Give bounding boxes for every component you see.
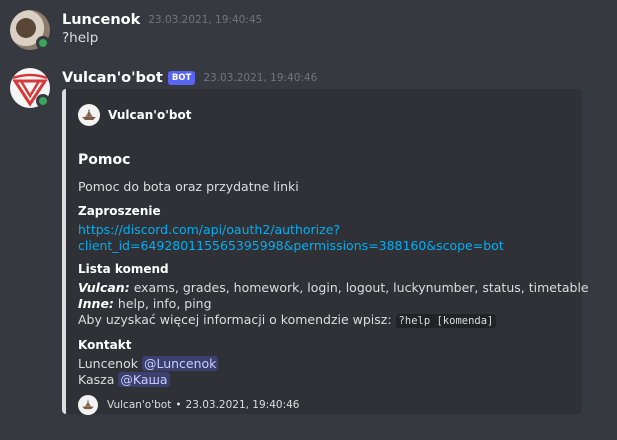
invite-link-line1[interactable]: https://discord.com/api/oauth2/authorize… — [78, 222, 340, 237]
bot-username[interactable]: Vulcan'o'bot — [62, 70, 163, 86]
embed-title: Pomoc — [78, 152, 131, 168]
help-embed: Vulcan'o'bot Pomoc Pomoc do bota oraz pr… — [62, 89, 589, 415]
contact-person-2-mention[interactable]: @Kaшa — [118, 372, 170, 387]
bot-message-header: Vulcan'o'bot BOT 23.03.2021, 19:40:46 — [62, 68, 317, 88]
other-label: Inne: — [78, 296, 114, 311]
online-status-icon — [36, 94, 50, 108]
embed-author: Vulcan'o'bot — [78, 104, 191, 126]
ship-glyph-icon — [82, 109, 96, 120]
ship-icon — [78, 104, 100, 126]
more-info-line: Aby uzyskać więcej informacji o komendzi… — [78, 312, 497, 328]
footer-text: Vulcan'o'bot • 23.03.2021, 19:40:46 — [107, 399, 299, 411]
user-message-header: Luncenok 23.03.2021, 19:40:45 — [62, 10, 262, 30]
contact-field-name: Kontakt — [78, 338, 132, 352]
contact-person-1: Luncenok @Luncenok — [78, 356, 219, 371]
other-commands-list: help, info, ping — [117, 296, 212, 311]
footer-separator: • — [175, 399, 182, 411]
contact-person-1-name: Luncenok — [78, 356, 138, 371]
contact-person-1-mention[interactable]: @Luncenok — [141, 356, 219, 371]
vulcan-commands-line: Vulcan: exams, grades, homework, login, … — [78, 280, 589, 295]
help-command-code: ?help [komenda] — [395, 314, 497, 328]
invite-link-line2[interactable]: client_id=649280115565395998&permissions… — [78, 238, 504, 253]
embed-author-name[interactable]: Vulcan'o'bot — [108, 108, 191, 122]
footer-name: Vulcan'o'bot — [107, 399, 172, 411]
user-message-content: ?help — [62, 30, 99, 46]
embed-description: Pomoc do bota oraz przydatne linki — [78, 179, 299, 194]
invite-field-name: Zaproszenie — [78, 204, 161, 218]
user-message: Luncenok 23.03.2021, 19:40:45 ?help — [0, 10, 617, 55]
bot-timestamp: 23.03.2021, 19:40:46 — [203, 72, 318, 84]
other-commands-line: Inne: help, info, ping — [78, 296, 212, 311]
bot-tag-badge: BOT — [167, 71, 196, 85]
contact-person-2: Kasza @Kaшa — [78, 372, 170, 387]
commands-field-name: Lista komend — [78, 262, 169, 276]
user-timestamp: 23.03.2021, 19:40:45 — [148, 14, 263, 26]
user-username[interactable]: Luncenok — [62, 12, 140, 28]
footer-ship-glyph-icon — [82, 400, 94, 410]
footer-ship-icon — [78, 395, 98, 415]
more-info-text: Aby uzyskać więcej informacji o komendzi… — [78, 312, 392, 327]
vulcan-commands-list: exams, grades, homework, login, logout, … — [133, 280, 589, 295]
embed-footer: Vulcan'o'bot • 23.03.2021, 19:40:46 — [78, 395, 299, 415]
online-status-icon — [36, 36, 50, 50]
vulcan-label: Vulcan: — [78, 280, 130, 295]
footer-timestamp: 23.03.2021, 19:40:46 — [185, 399, 300, 411]
contact-person-2-name: Kasza — [78, 372, 115, 387]
